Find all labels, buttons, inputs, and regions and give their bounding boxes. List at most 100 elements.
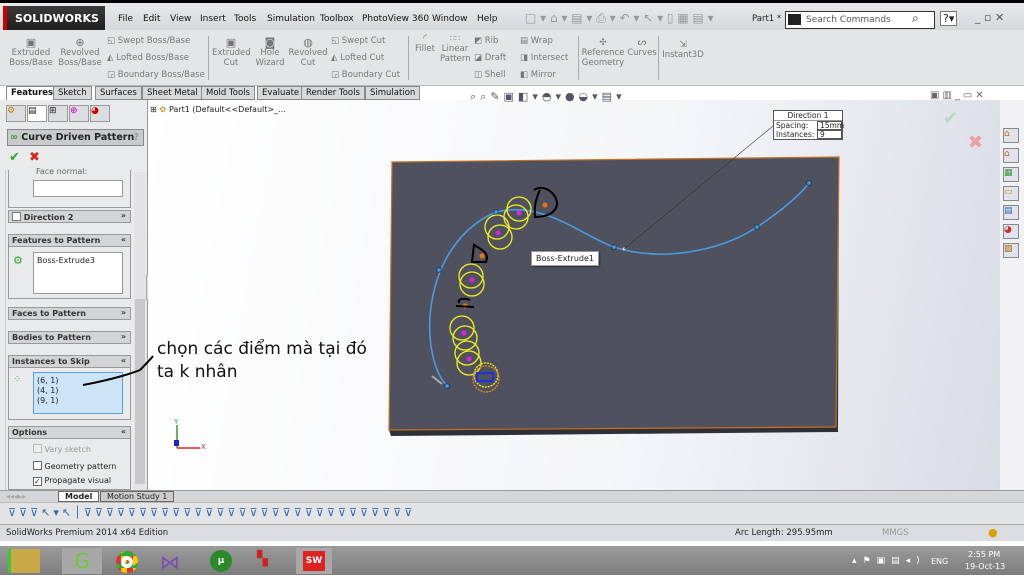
tab-model[interactable]: Model [58, 491, 100, 502]
tab-motion-study[interactable]: Motion Study 1 [100, 491, 175, 502]
menu-window[interactable]: Window [432, 14, 468, 24]
property-manager-tab-icon[interactable]: ▤ [27, 105, 47, 122]
custom-properties-icon[interactable]: ▧ [1003, 243, 1019, 258]
vary-sketch-checkbox[interactable]: Vary sketch [33, 444, 91, 454]
mirror-button[interactable]: ◧ Mirror [520, 70, 556, 80]
design-library-icon[interactable]: ▦ [1003, 167, 1019, 182]
tab-simulation[interactable]: Simulation [365, 86, 421, 100]
menu-insert[interactable]: Insert [200, 14, 226, 24]
shell-button[interactable]: ◫ Shell [474, 70, 505, 80]
fillet-button[interactable]: ◜ Fillet [412, 34, 438, 55]
instant3d-button[interactable]: ⇲ Instant3D [662, 40, 704, 60]
selection-filter-icons[interactable]: ⊽⊽⊽↖▾↖│⊽⊽⊽⊽⊽⊽⊽⊽⊽⊽⊽⊽⊽⊽⊽⊽⊽⊽⊽⊽⊽⊽⊽⊽⊽⊽⊽⊽⊽⊽ [8, 506, 415, 519]
direction2-header[interactable]: Direction 2» [8, 210, 131, 223]
tab-surfaces[interactable]: Surfaces [95, 86, 142, 100]
heads-up-view-toolbar[interactable]: ⌕⌕✎▣◧▾◓▾●◒▾▤▾ [470, 90, 626, 104]
lofted-boss-button[interactable]: ◭ Lofted Boss/Base [107, 53, 189, 63]
clock-time[interactable]: 2:55 PM [968, 550, 1000, 559]
instances-input[interactable]: 9 [817, 130, 842, 139]
solidworks-logo[interactable]: SOLIDWORKS [3, 6, 105, 31]
resources-icon[interactable]: ⌂ [1003, 128, 1019, 143]
system-tray-icons[interactable]: ▴⚑▣▤◂) [852, 556, 926, 566]
confirm-check-icon[interactable]: ✔ [943, 108, 958, 129]
cancel-x-icon[interactable]: ✖ [29, 150, 40, 165]
menu-edit[interactable]: Edit [143, 14, 160, 24]
help-icon[interactable]: ?▾ [940, 11, 958, 26]
features-to-pattern-header[interactable]: Features to Pattern « [8, 234, 131, 247]
reference-geometry-button[interactable]: ✣ Reference Geometry [581, 38, 625, 68]
dimxpert-tab-icon[interactable]: ⊕ [69, 105, 89, 122]
direction2-checkbox[interactable] [12, 212, 21, 221]
face-normal-input[interactable] [33, 180, 123, 197]
tab-sketch[interactable]: Sketch [53, 86, 92, 100]
tab-sheet-metal[interactable]: Sheet Metal [142, 86, 203, 100]
direction1-callout[interactable]: Direction 1 Spacing: 15mm Instances: 9 [773, 110, 844, 140]
instances-to-skip-list[interactable]: (6, 1) (4, 1) (9, 1) [33, 372, 123, 414]
features-list[interactable]: Boss-Extrude3 [33, 252, 123, 294]
boundary-cut-button[interactable]: ◲ Boundary Cut [331, 70, 400, 80]
bodies-to-pattern-header[interactable]: Bodies to Pattern» [8, 331, 131, 344]
view-palette-icon[interactable]: ▤ [1003, 205, 1019, 220]
viewport-window-controls[interactable]: ▣▥_▭✕ [930, 90, 987, 101]
intersect-button[interactable]: ◨ Intersect [520, 53, 568, 63]
list-item[interactable]: (4, 1) [37, 386, 119, 396]
options-header[interactable]: Options « [8, 426, 131, 439]
extruded-cut-button[interactable]: ▣ Extruded Cut [212, 37, 251, 68]
graphics-area[interactable]: ⊞ ⚙ Part1 (Default<<Default>_... ⌕⌕✎▣◧▾◓… [148, 90, 1000, 490]
confirm-cancel-icon[interactable]: ✖ [968, 132, 983, 153]
pm-scrollbar[interactable] [134, 172, 146, 490]
boundary-boss-button[interactable]: ◲ Boundary Boss/Base [107, 70, 205, 80]
propagate-visual-checkbox[interactable]: ✓ Propagate visual [33, 476, 111, 486]
swept-boss-button[interactable]: ◱ Swept Boss/Base [107, 36, 190, 46]
feature-tree-tab-icon[interactable]: ⚙ [6, 105, 26, 122]
menu-photoview[interactable]: PhotoView 360 [362, 14, 429, 24]
menu-simulation[interactable]: Simulation [267, 14, 315, 24]
menu-help[interactable]: Help [477, 14, 498, 24]
spacing-input[interactable]: 15mm [817, 121, 844, 130]
menu-tools[interactable]: Tools [234, 14, 256, 24]
revolved-boss-button[interactable]: ⊕ Revolved Boss/Base [58, 37, 102, 68]
lofted-cut-button[interactable]: ◭ Lofted Cut [331, 53, 384, 63]
linear-pattern-button[interactable]: ∷∷ Linear Pattern [440, 34, 471, 64]
home-icon[interactable]: ⌂ [1003, 148, 1019, 163]
search-icon[interactable]: ⌕ [912, 11, 919, 26]
tab-features[interactable]: Features [6, 86, 59, 100]
rib-button[interactable]: ◩ Rib [474, 36, 498, 46]
chrome-icon[interactable] [116, 551, 138, 573]
utorrent-icon[interactable]: µ [210, 550, 232, 572]
tab-render-tools[interactable]: Render Tools [301, 86, 365, 100]
curves-button[interactable]: ᔕ Curves [627, 38, 657, 59]
app-icon[interactable]: ▚ [257, 551, 268, 567]
tab-mold-tools[interactable]: Mold Tools [201, 86, 255, 100]
rebuild-icon[interactable]: ● [988, 526, 998, 539]
file-explorer-icon[interactable]: ▭ [1003, 186, 1019, 201]
solidworks-taskbar-icon[interactable]: SW [303, 551, 325, 571]
list-item[interactable]: Boss-Extrude3 [37, 256, 119, 265]
feature-tree-root[interactable]: ⊞ ⚙ Part1 (Default<<Default>_... [150, 105, 286, 114]
file-explorer-icon[interactable] [8, 549, 40, 573]
language-indicator[interactable]: ENG [931, 557, 948, 566]
quick-access-icons[interactable]: □ ▾ ⌂ ▾ ▤ ▾ ⎙ ▾ ↶ ▾ ↖ ▾ ▯ ▦ ▤ ▾ [525, 11, 714, 26]
revolved-cut-button[interactable]: ◍ Revolved Cut [288, 37, 328, 68]
menu-toolbox[interactable]: Toolbox [320, 14, 354, 24]
list-item[interactable]: (6, 1) [37, 376, 119, 386]
menu-view[interactable]: View [170, 14, 191, 24]
appearances-icon[interactable]: ◕ [1003, 224, 1019, 239]
clock-date[interactable]: 19-Oct-13 [965, 562, 1005, 571]
units-selector[interactable]: MMGS [882, 528, 909, 538]
configuration-tab-icon[interactable]: ⊞ [48, 105, 68, 122]
instances-to-skip-header[interactable]: Instances to Skip « [8, 355, 131, 368]
window-controls[interactable]: _ ▫ ✕ [975, 11, 1004, 24]
extruded-boss-button[interactable]: ▣ Extruded Boss/Base [8, 37, 54, 68]
tab-scroll-arrows[interactable]: ◂◂◂▸▸ [6, 492, 26, 501]
hole-wizard-button[interactable]: ◙ Hole Wizard [253, 37, 287, 68]
coccoc-browser-icon[interactable]: G [62, 548, 102, 574]
faces-to-pattern-header[interactable]: Faces to Pattern» [8, 307, 131, 320]
menu-file[interactable]: File [118, 14, 133, 24]
list-item[interactable]: (9, 1) [37, 396, 119, 406]
geometry-pattern-checkbox[interactable]: Geometry pattern [33, 461, 116, 471]
swept-cut-button[interactable]: ◱ Swept Cut [331, 36, 385, 46]
help-icon[interactable]: ? [133, 132, 139, 143]
visual-studio-icon[interactable]: ⋈ [160, 550, 180, 574]
tab-evaluate[interactable]: Evaluate [257, 86, 305, 100]
